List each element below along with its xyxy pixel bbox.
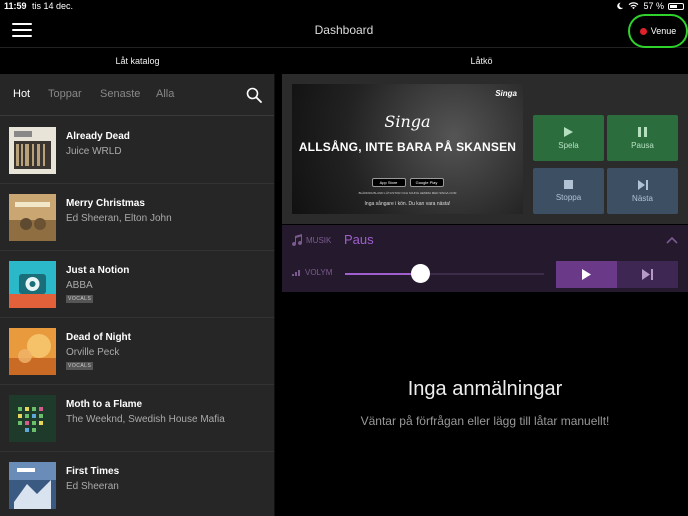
album-art (9, 395, 56, 442)
play-icon (564, 126, 573, 137)
stop-control-label: Stoppa (555, 193, 582, 202)
song-title: Just a Notion (66, 265, 130, 276)
banner-footer: Inga sångare i kön. Du kan vara nästa! (364, 201, 451, 207)
chevron-up-icon[interactable] (666, 235, 678, 245)
skip-next-icon (637, 179, 648, 190)
album-art (9, 194, 56, 241)
song-artist: Orville Peck (66, 347, 120, 358)
empty-queue-subtitle: Väntar på förfrågan eller lägg till låta… (360, 414, 610, 428)
tab-hot[interactable]: Hot (13, 88, 30, 100)
queue-panel: Singa Singa ALLSÅNG, INTE BARA PÅ SKANSE… (282, 74, 688, 516)
next-control-button[interactable]: Nästa (607, 168, 678, 214)
status-time: 11:59 (4, 1, 27, 11)
song-row[interactable]: Dead of Night Orville Peck VOCALS (0, 318, 274, 385)
album-art (9, 127, 56, 174)
song-title: Already Dead (66, 131, 130, 142)
song-title: Dead of Night (66, 332, 131, 343)
player-panel: Singa Singa ALLSÅNG, INTE BARA PÅ SKANSE… (282, 74, 688, 224)
status-date: tis 14 dec. (32, 1, 74, 11)
next-control-label: Nästa (632, 193, 653, 203)
music-label: MUSIK (306, 236, 332, 245)
status-right: 57 % (616, 1, 684, 11)
music-next-button[interactable] (617, 261, 678, 288)
song-title: First Times (66, 466, 120, 477)
music-bar: MUSIK Paus VOLYM (282, 225, 688, 292)
song-artist: Ed Sheeran (66, 481, 119, 492)
pause-control-button[interactable]: Pausa (607, 115, 678, 161)
venue-status-dot (639, 27, 647, 35)
banner-logo-small: Singa (495, 89, 517, 98)
song-row[interactable]: Merry Christmas Ed Sheeran, Elton John (0, 184, 274, 251)
search-icon[interactable] (246, 87, 262, 103)
catalog-tabs: Hot Toppar Senaste Alla (0, 74, 274, 116)
album-art (9, 462, 56, 509)
banner-logo: Singa (384, 112, 431, 131)
empty-queue-title: Inga anmälningar (407, 378, 563, 400)
song-title: Moth to a Flame (66, 399, 143, 410)
music-play-button[interactable] (556, 261, 617, 288)
song-row[interactable]: Moth to a Flame The Weeknd, Swedish Hous… (0, 385, 274, 452)
song-row[interactable]: Already Dead Juice WRLD (0, 117, 274, 184)
volume-slider-thumb[interactable] (411, 264, 431, 283)
pause-icon (638, 126, 647, 137)
app-store-badge: App Store (371, 178, 406, 187)
play-icon (582, 269, 591, 280)
banner-small-text: BLÄDDRA BLAND LÅTLISTOR OCH SJUNG HEMMA … (358, 191, 457, 195)
moon-icon (617, 2, 624, 10)
pause-control-label: Pausa (631, 140, 654, 150)
volume-label: VOLYM (305, 268, 333, 277)
battery-fill (670, 4, 677, 8)
vocals-badge: VOCALS (66, 362, 94, 370)
song-row[interactable]: First Times Ed Sheeran (0, 452, 274, 516)
wifi-icon (629, 2, 639, 10)
album-art (9, 261, 56, 308)
venue-button[interactable]: Venue (628, 14, 688, 48)
top-header: Dashboard Venue (0, 14, 688, 48)
volume-slider[interactable] (345, 264, 544, 283)
volume-slider-fill (345, 273, 421, 275)
song-row[interactable]: Just a Notion ABBA VOCALS (0, 251, 274, 318)
play-control-button[interactable]: Spela (533, 115, 604, 161)
promo-banner: Singa Singa ALLSÅNG, INTE BARA PÅ SKANSE… (292, 84, 523, 214)
album-art (9, 328, 56, 375)
song-artist: Juice WRLD (66, 146, 122, 157)
vocals-badge: VOCALS (66, 295, 94, 303)
volume-bars-icon (292, 270, 300, 276)
song-catalog: Hot Toppar Senaste Alla Already Dead Jui… (0, 74, 275, 516)
battery-percent: 57 % (643, 1, 664, 11)
catalog-header: Låt katalog (115, 56, 160, 66)
music-note-icon (292, 234, 303, 246)
play-control-label: Spela (558, 140, 579, 150)
music-state: Paus (344, 232, 374, 247)
stop-control-button[interactable]: Stoppa (533, 168, 604, 214)
tab-senaste[interactable]: Senaste (100, 88, 140, 100)
stop-icon (564, 180, 573, 189)
song-artist: Ed Sheeran, Elton John (66, 213, 172, 224)
tab-alla[interactable]: Alla (156, 88, 174, 100)
store-badges: App Store Google Play (292, 178, 523, 187)
queue-header: Låtkö (470, 56, 493, 66)
status-bar: 11:59 tis 14 dec. 57 % (0, 0, 688, 14)
page-title: Dashboard (314, 23, 374, 37)
song-artist: ABBA (66, 280, 93, 291)
tab-toppar[interactable]: Toppar (48, 88, 82, 100)
battery-icon (668, 2, 684, 10)
skip-next-icon (642, 269, 653, 280)
banner-headline: ALLSÅNG, INTE BARA PÅ SKANSEN (298, 140, 517, 154)
song-artist: The Weeknd, Swedish House Mafia (66, 414, 225, 425)
google-play-badge: Google Play (409, 178, 444, 187)
song-title: Merry Christmas (66, 198, 145, 209)
section-headers: Låt katalog Låtkö (0, 49, 688, 73)
venue-label: Venue (650, 26, 677, 36)
